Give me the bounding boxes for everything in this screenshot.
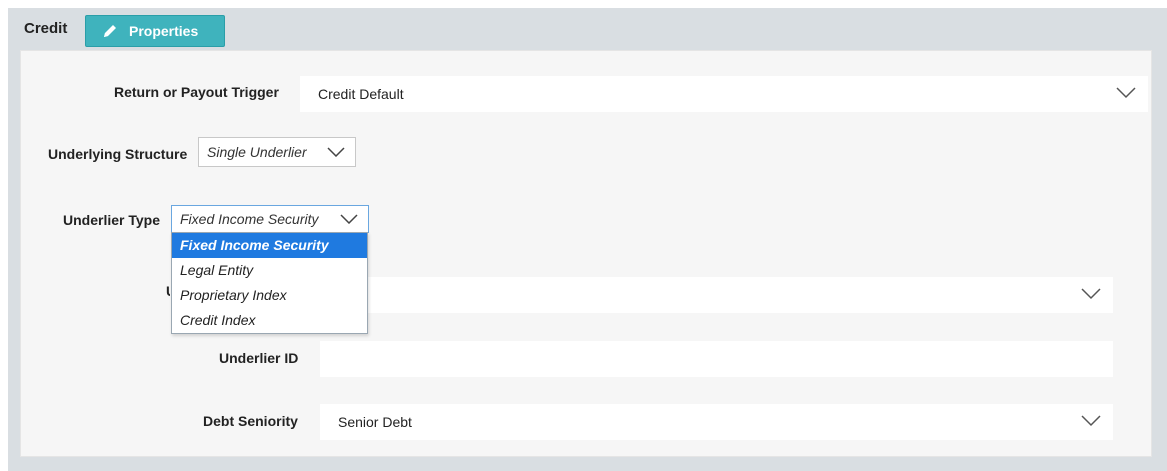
underlier-type-label: Underlier Type xyxy=(63,212,160,228)
chevron-down-icon xyxy=(1081,287,1101,303)
dropdown-option[interactable]: Fixed Income Security xyxy=(172,233,367,258)
underlier-type-select[interactable]: Fixed Income Security xyxy=(171,205,369,233)
underlying-structure-select[interactable]: Single Underlier xyxy=(198,137,356,167)
dropdown-option[interactable]: Legal Entity xyxy=(172,258,367,283)
underlier-id-input[interactable] xyxy=(320,341,1113,377)
properties-button-label: Properties xyxy=(129,23,199,39)
underlying-structure-label: Underlying Structure xyxy=(48,146,188,162)
return-trigger-label: Return or Payout Trigger xyxy=(114,84,279,100)
underlier-type-dropdown-list: Fixed Income Security Legal Entity Propr… xyxy=(171,232,368,334)
chevron-down-icon xyxy=(327,144,345,160)
underlier-type-value: Fixed Income Security xyxy=(180,211,319,227)
underlier-id-label: Underlier ID xyxy=(219,350,299,366)
pencil-icon xyxy=(102,23,118,39)
return-trigger-select[interactable]: Credit Default xyxy=(300,76,1148,112)
panel-title: Credit xyxy=(24,20,68,37)
underlying-structure-value: Single Underlier xyxy=(207,144,307,160)
obscured-field-label: U xyxy=(166,283,170,297)
chevron-down-icon xyxy=(1116,86,1136,102)
debt-seniority-value: Senior Debt xyxy=(338,414,412,430)
debt-seniority-label: Debt Seniority xyxy=(203,413,298,429)
debt-seniority-select[interactable]: Senior Debt xyxy=(320,404,1113,440)
return-trigger-value: Credit Default xyxy=(318,86,404,102)
obscured-field-select[interactable] xyxy=(320,277,1113,313)
chevron-down-icon xyxy=(1081,414,1101,430)
chevron-down-icon xyxy=(340,211,358,227)
properties-button[interactable]: Properties xyxy=(85,15,225,47)
dropdown-option[interactable]: Credit Index xyxy=(172,308,367,333)
dropdown-option[interactable]: Proprietary Index xyxy=(172,283,367,308)
